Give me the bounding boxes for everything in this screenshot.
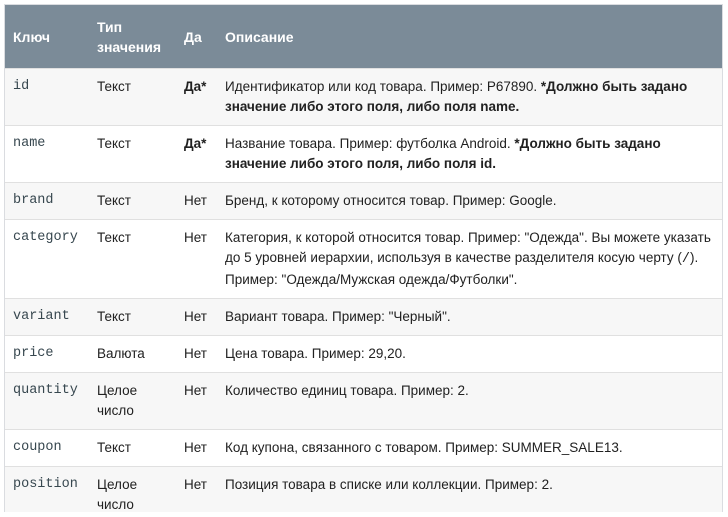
cell-description: Позиция товара в списке или коллекции. П… <box>217 466 722 512</box>
cell-required: Нет <box>176 182 217 220</box>
cell-description: Идентификатор или код товара. Пример: P6… <box>217 68 722 126</box>
product-fields-table: Ключ Тип значения Да Описание id Текст Д… <box>5 5 722 512</box>
cell-type: Текст <box>89 125 176 183</box>
table-row-brand: brand Текст Нет Бренд, к которому относи… <box>5 182 722 220</box>
cell-description: Категория, к которой относится товар. Пр… <box>217 219 722 299</box>
cell-type: Текст <box>89 429 176 467</box>
header-key: Ключ <box>5 5 89 69</box>
cell-key: brand <box>5 182 89 220</box>
cell-key: variant <box>5 298 89 336</box>
cell-required: Нет <box>176 372 217 430</box>
cell-description: Название товара. Пример: футболка Androi… <box>217 125 722 183</box>
table-row-position: position Целое число Нет Позиция товара … <box>5 466 722 512</box>
cell-type: Текст <box>89 68 176 126</box>
table-row-variant: variant Текст Нет Вариант товара. Пример… <box>5 298 722 336</box>
cell-required: Нет <box>176 466 217 512</box>
cell-required: Нет <box>176 219 217 299</box>
cell-description: Количество единиц товара. Пример: 2. <box>217 372 722 430</box>
cell-type: Целое число <box>89 466 176 512</box>
cell-key: coupon <box>5 429 89 467</box>
description-text: Категория, к которой относится товар. Пр… <box>225 230 711 265</box>
table-row-category: category Текст Нет Категория, к которой … <box>5 219 722 299</box>
cell-key: quantity <box>5 372 89 430</box>
cell-type: Текст <box>89 182 176 220</box>
table-body: id Текст Да* Идентификатор или код товар… <box>5 68 722 512</box>
cell-description: Вариант товара. Пример: "Черный". <box>217 298 722 336</box>
table-row-id: id Текст Да* Идентификатор или код товар… <box>5 68 722 126</box>
cell-description: Цена товара. Пример: 29,20. <box>217 335 722 373</box>
table-row-coupon: coupon Текст Нет Код купона, связанного … <box>5 429 722 467</box>
table-row-quantity: quantity Целое число Нет Количество един… <box>5 372 722 430</box>
header-required: Да <box>176 5 217 69</box>
cell-required: Нет <box>176 298 217 336</box>
cell-description: Бренд, к которому относится товар. Приме… <box>217 182 722 220</box>
cell-required: Нет <box>176 335 217 373</box>
cell-type: Текст <box>89 219 176 299</box>
cell-key: category <box>5 219 89 299</box>
cell-type: Текст <box>89 298 176 336</box>
cell-key: position <box>5 466 89 512</box>
table-row-price: price Валюта Нет Цена товара. Пример: 29… <box>5 335 722 373</box>
cell-type: Валюта <box>89 335 176 373</box>
header-type: Тип значения <box>89 5 176 69</box>
table-header: Ключ Тип значения Да Описание <box>5 5 722 69</box>
product-fields-table-container: Ключ Тип значения Да Описание id Текст Д… <box>4 4 723 512</box>
cell-required: Да* <box>176 68 217 126</box>
cell-type: Целое число <box>89 372 176 430</box>
cell-required: Нет <box>176 429 217 467</box>
description-text: Название товара. Пример: футболка Androi… <box>225 136 515 151</box>
slash-code: / <box>681 252 690 267</box>
header-description: Описание <box>217 5 722 69</box>
cell-key: id <box>5 68 89 126</box>
description-text: Идентификатор или код товара. Пример: P6… <box>225 79 541 94</box>
cell-required: Да* <box>176 125 217 183</box>
table-row-name: name Текст Да* Название товара. Пример: … <box>5 125 722 183</box>
header-row: Ключ Тип значения Да Описание <box>5 5 722 69</box>
cell-key: price <box>5 335 89 373</box>
cell-description: Код купона, связанного с товаром. Пример… <box>217 429 722 467</box>
cell-key: name <box>5 125 89 183</box>
